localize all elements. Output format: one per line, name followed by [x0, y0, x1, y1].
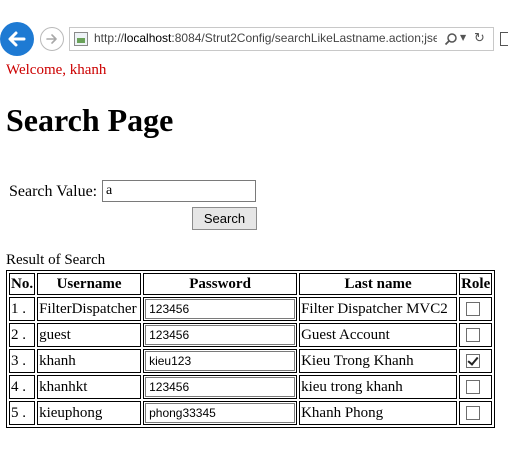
role-cell — [459, 375, 493, 399]
row-number: 5 . — [9, 401, 36, 425]
password-cell — [143, 323, 298, 347]
browser-chrome: http://localhost:8084/Strut2Config/searc… — [0, 0, 508, 56]
role-cell — [459, 349, 493, 373]
back-arrow-icon — [8, 31, 26, 47]
username-cell: khanhkt — [37, 375, 142, 399]
search-icon[interactable] — [444, 32, 458, 46]
password-field[interactable] — [145, 299, 296, 319]
password-cell — [143, 401, 298, 425]
column-header-lastname: Last name — [299, 273, 458, 295]
table-row: 2 . guest Guest Account — [9, 323, 493, 347]
forward-button[interactable] — [40, 27, 64, 51]
username-cell: FilterDispatcher — [37, 297, 142, 321]
password-field[interactable] — [145, 403, 296, 423]
role-cell — [459, 401, 493, 425]
table-row: 5 . kieuphong Khanh Phong — [9, 401, 493, 425]
result-caption: Result of Search — [6, 252, 106, 268]
lastname-cell: Filter Dispatcher MVC2 — [299, 297, 458, 321]
password-field[interactable] — [145, 325, 296, 345]
column-header-username: Username — [37, 273, 142, 295]
role-cell — [459, 297, 493, 321]
column-header-role: Role — [459, 273, 493, 295]
row-number: 1 . — [9, 297, 36, 321]
role-checkbox[interactable] — [466, 406, 481, 421]
table-row: 3 . khanh Kieu Trong Khanh — [9, 349, 493, 373]
search-label: Search Value: — [9, 183, 98, 200]
row-number: 3 . — [9, 349, 36, 373]
address-bar[interactable]: http://localhost:8084/Strut2Config/searc… — [69, 27, 494, 51]
table-header-row: No. Username Password Last name Role — [9, 273, 493, 295]
refresh-icon[interactable]: ↻ — [474, 31, 490, 47]
column-header-no: No. — [9, 273, 36, 295]
role-cell — [459, 323, 493, 347]
lastname-cell: Khanh Phong — [299, 401, 458, 425]
back-button[interactable] — [0, 22, 34, 56]
row-number: 4 . — [9, 375, 36, 399]
row-number: 2 . — [9, 323, 36, 347]
username-cell: khanh — [37, 349, 142, 373]
forward-arrow-icon — [46, 34, 57, 44]
results-table: No. Username Password Last name Role 1 .… — [6, 270, 496, 428]
password-cell — [143, 349, 298, 373]
page-icon — [74, 32, 88, 46]
page-title: Search Page — [6, 102, 174, 138]
lastname-cell: Guest Account — [299, 323, 458, 347]
lastname-cell: Kieu Trong Khanh — [299, 349, 458, 373]
search-input[interactable] — [102, 180, 256, 202]
dropdown-icon[interactable]: ▼ — [460, 33, 466, 42]
role-checkbox[interactable] — [466, 302, 481, 317]
table-row: 1 . FilterDispatcher Filter Dispatcher M… — [9, 297, 493, 321]
password-cell — [143, 297, 298, 321]
tab-icon[interactable] — [500, 32, 508, 46]
column-header-password: Password — [143, 273, 298, 295]
username-cell: kieuphong — [37, 401, 142, 425]
role-checkbox[interactable] — [466, 380, 481, 395]
url-text: http://localhost:8084/Strut2Config/searc… — [94, 31, 437, 45]
welcome-message: Welcome, khanh — [6, 62, 107, 78]
password-field[interactable] — [145, 377, 296, 397]
role-checkbox[interactable] — [466, 354, 481, 369]
username-cell: guest — [37, 323, 142, 347]
search-button[interactable]: Search — [192, 207, 257, 230]
table-row: 4 . khanhkt kieu trong khanh — [9, 375, 493, 399]
role-checkbox[interactable] — [466, 328, 481, 343]
lastname-cell: kieu trong khanh — [299, 375, 458, 399]
password-field[interactable] — [145, 351, 296, 371]
password-cell — [143, 375, 298, 399]
